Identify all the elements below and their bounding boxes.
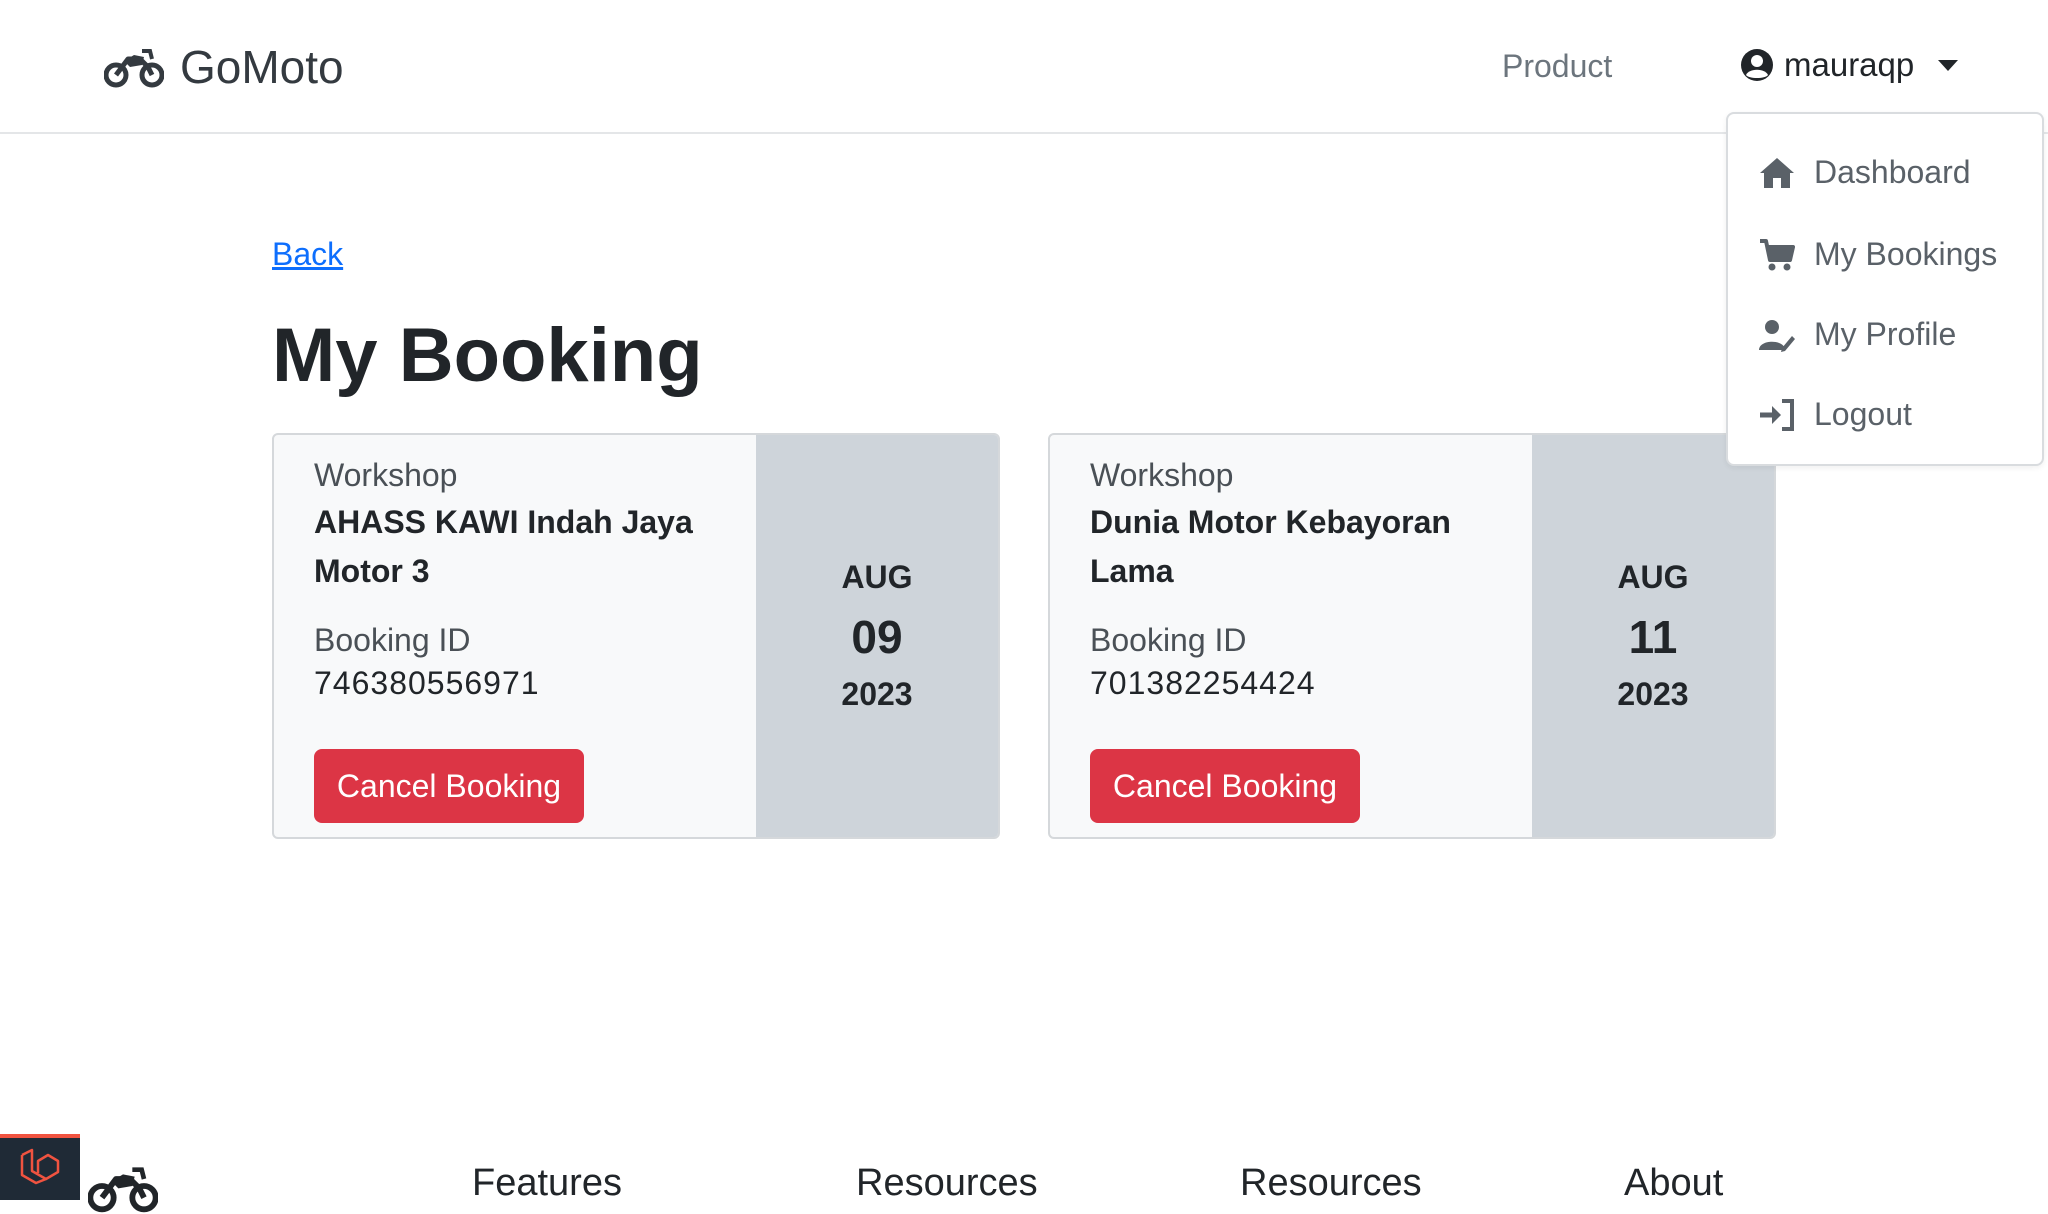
user-menu-toggle[interactable]: mauraqp: [1740, 46, 1959, 84]
booking-card: Workshop AHASS KAWI Indah Jaya Motor 3 B…: [272, 433, 1000, 839]
sign-in-icon: [1758, 398, 1796, 432]
username: mauraqp: [1784, 46, 1915, 83]
footer-heading-features: Features: [472, 1162, 622, 1204]
booking-day: 11: [1628, 611, 1678, 663]
footer-heading-about: About: [1624, 1162, 1724, 1204]
booking-details: Workshop Dunia Motor Kebayoran Lama Book…: [1050, 435, 1532, 837]
booking-day: 09: [851, 611, 903, 663]
motorcycle-icon: [103, 41, 165, 94]
booking-month: AUG: [1617, 559, 1689, 595]
cancel-booking-button[interactable]: Cancel Booking: [314, 749, 584, 823]
booking-year: 2023: [1617, 676, 1689, 712]
footer-heading-resources: Resources: [856, 1162, 1038, 1204]
workshop-label: Workshop: [314, 457, 458, 493]
menu-item-label: Logout: [1814, 396, 1912, 432]
brand-link[interactable]: GoMoto: [103, 40, 344, 94]
booking-date-panel: AUG 09 2023: [756, 435, 998, 837]
booking-year: 2023: [841, 676, 913, 712]
page-title: My Booking: [272, 313, 703, 398]
back-link[interactable]: Back: [272, 236, 343, 273]
workshop-name: Dunia Motor Kebayoran Lama: [1090, 504, 1451, 589]
footer-heading-resources-2: Resources: [1240, 1162, 1422, 1204]
brand-name: GoMoto: [180, 41, 344, 93]
booking-details: Workshop AHASS KAWI Indah Jaya Motor 3 B…: [274, 435, 756, 837]
booking-card: Workshop Dunia Motor Kebayoran Lama Book…: [1048, 433, 1776, 839]
menu-item-label: My Bookings: [1814, 236, 1998, 272]
menu-item-my-profile[interactable]: My Profile: [1758, 316, 1956, 353]
laravel-debug-badge[interactable]: [0, 1134, 80, 1200]
cart-icon: [1758, 238, 1796, 272]
booking-id-label: Booking ID: [1090, 622, 1247, 658]
menu-item-dashboard[interactable]: Dashboard: [1758, 154, 1971, 191]
menu-item-my-bookings[interactable]: My Bookings: [1758, 236, 1997, 273]
nav-product-link[interactable]: Product: [1502, 48, 1612, 85]
menu-item-label: Dashboard: [1814, 154, 1971, 190]
cancel-booking-button[interactable]: Cancel Booking: [1090, 749, 1360, 823]
booking-date-panel: AUG 11 2023: [1532, 435, 1774, 837]
booking-id-label: Booking ID: [314, 622, 471, 658]
booking-id-value: 746380556971: [314, 665, 540, 701]
footer-motorcycle-icon: [88, 1158, 158, 1214]
menu-item-logout[interactable]: Logout: [1758, 396, 1912, 433]
user-edit-icon: [1758, 318, 1796, 352]
menu-item-label: My Profile: [1814, 316, 1957, 352]
caret-down-icon: [1938, 59, 1959, 71]
house-icon: [1758, 156, 1796, 190]
laravel-icon: [18, 1147, 62, 1192]
workshop-label: Workshop: [1090, 457, 1234, 493]
user-circle-icon: [1740, 48, 1774, 82]
booking-id-value: 701382254424: [1090, 665, 1316, 701]
workshop-name: AHASS KAWI Indah Jaya Motor 3: [314, 504, 693, 589]
booking-month: AUG: [841, 559, 913, 595]
user-dropdown-menu: Dashboard My Bookings My Profile Logout: [1726, 112, 2044, 466]
